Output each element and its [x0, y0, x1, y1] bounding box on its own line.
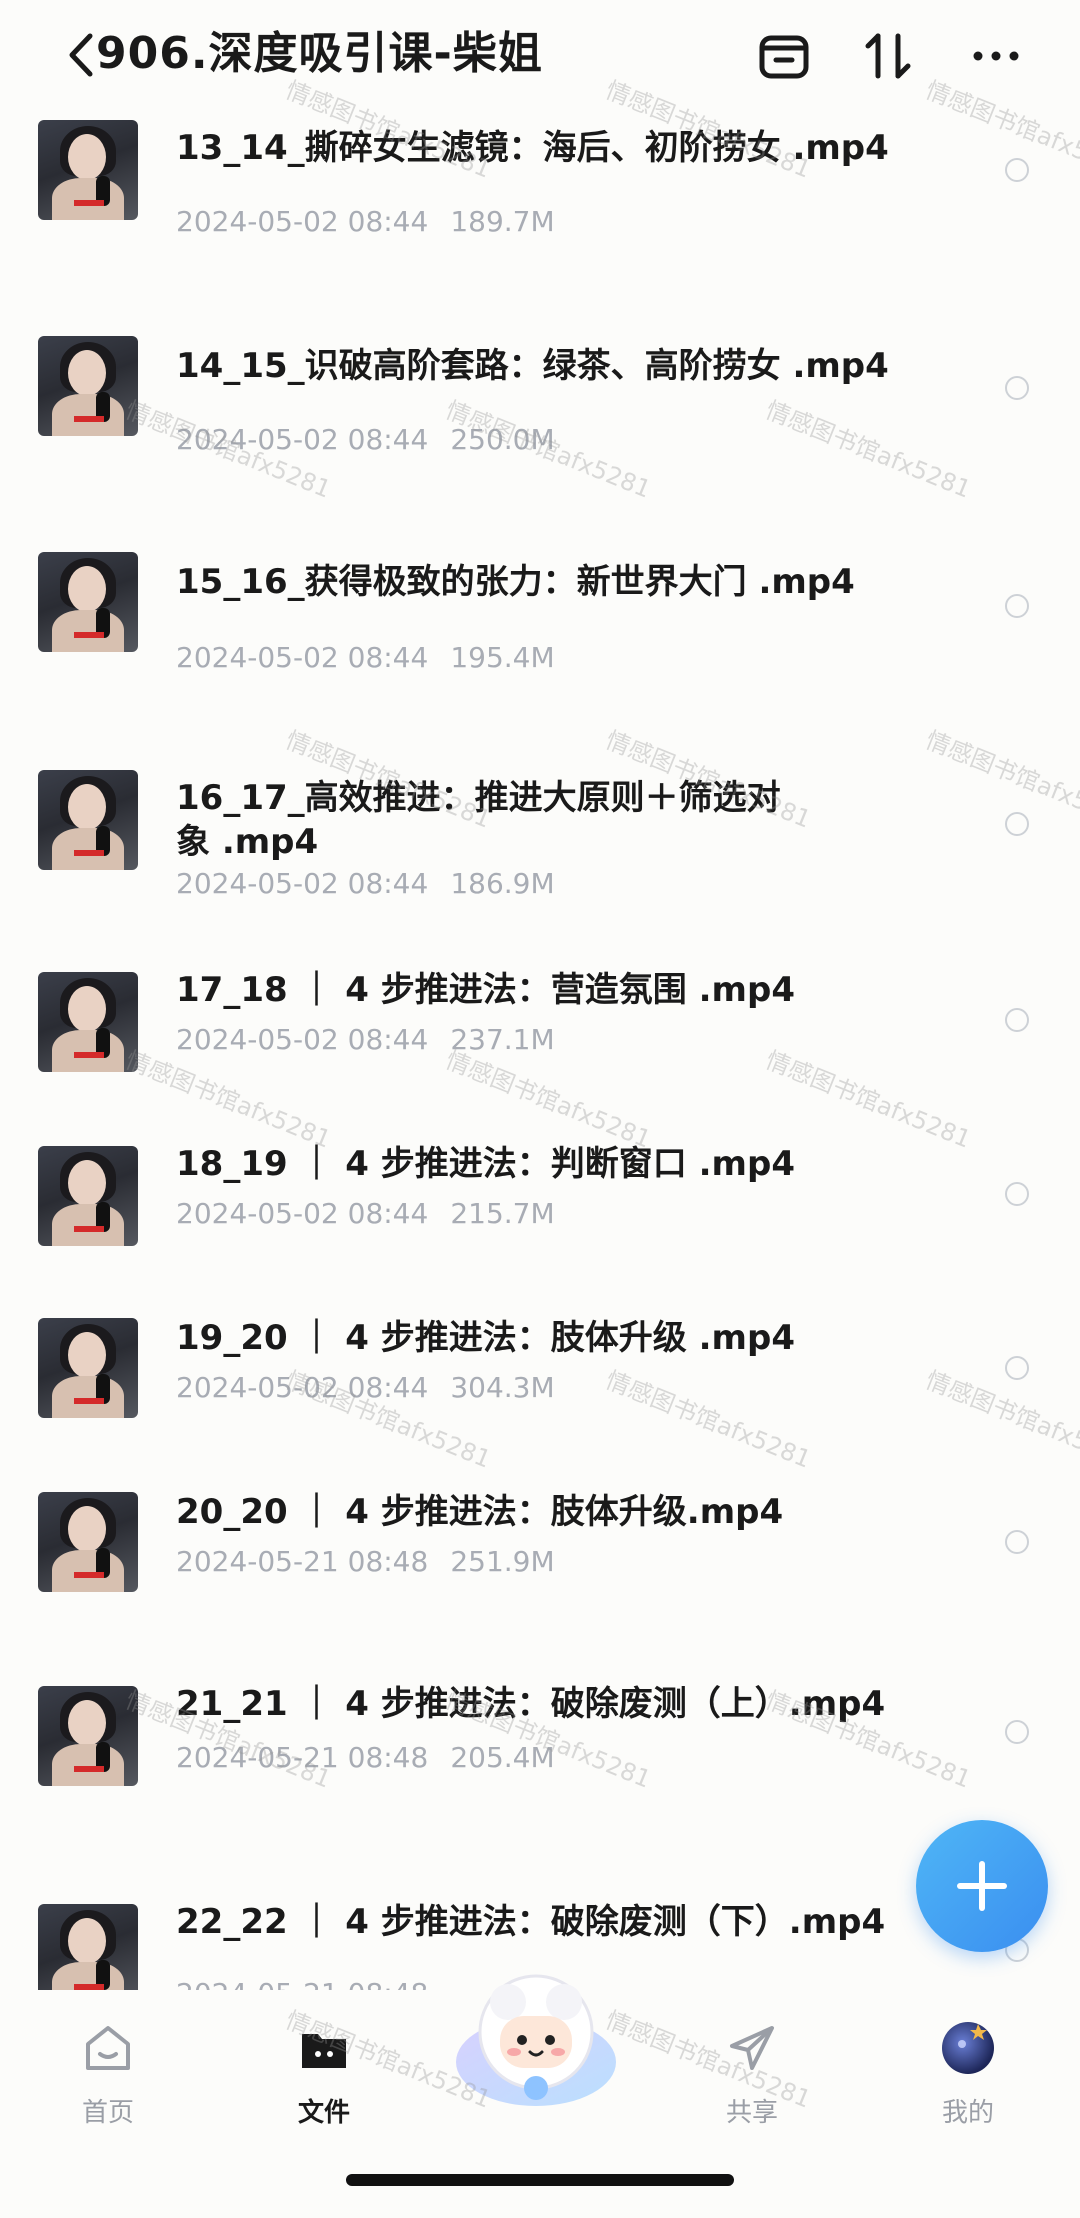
file-name: 20_20 ｜ 4 步推进法：肢体升级.mp4 [176, 1492, 784, 1532]
file-date: 2024-05-02 08:44 [176, 1371, 429, 1404]
select-radio[interactable] [1005, 812, 1029, 836]
file-size: 237.1M [450, 1023, 555, 1056]
file-date: 2024-05-02 08:44 [176, 423, 429, 456]
archive-icon[interactable] [756, 28, 812, 84]
file-meta: 2024-05-21 08:48 205.4M [176, 1740, 555, 1776]
video-thumbnail [38, 552, 138, 652]
tab-label: 首页 [81, 2098, 134, 2128]
tab-share[interactable]: 共享 [692, 2020, 812, 2129]
tab-label: 文件 [297, 2098, 350, 2128]
file-name: 14_15_识破高阶套路：绿茶、高阶捞女 .mp4 [176, 346, 889, 386]
video-thumbnail [38, 1146, 138, 1246]
file-date: 2024-05-02 08:44 [176, 1023, 429, 1056]
video-thumbnail [38, 1318, 138, 1418]
video-thumbnail [38, 120, 138, 220]
watermark: 情感图书馆afx5281 [601, 1365, 815, 1474]
tab-label: 我的 [941, 2098, 994, 2128]
tab-mine[interactable]: 我的 [908, 2020, 1028, 2129]
more-icon[interactable] [968, 28, 1024, 84]
file-date: 2024-05-21 08:48 [176, 1741, 429, 1774]
file-date: 2024-05-02 08:44 [176, 205, 429, 238]
file-meta: 2024-05-02 08:44 186.9M [176, 866, 555, 902]
file-size: 250.0M [450, 423, 555, 456]
sort-icon[interactable] [860, 28, 916, 84]
video-thumbnail [38, 972, 138, 1072]
video-thumbnail [38, 1492, 138, 1592]
file-date: 2024-05-02 08:44 [176, 641, 429, 674]
file-size: 205.4M [450, 1741, 555, 1774]
file-date: 2024-05-21 08:48 [176, 1977, 428, 1990]
home-icon [86, 2026, 130, 2070]
file-name: 22_22 ｜ 4 步推进法：破除废测（下）.mp4 [176, 1902, 886, 1942]
file-size: 186.9M [450, 867, 555, 900]
top-bar: 906.深度吸引课-柴姐 [0, 0, 1080, 112]
file-meta: 2024-05-02 08:44 250.0M [176, 422, 555, 458]
file-meta: 2024-05-21 08:48 [176, 1976, 450, 1990]
select-radio[interactable] [1005, 1356, 1029, 1380]
file-size: 251.9M [450, 1545, 555, 1578]
select-radio[interactable] [1005, 1182, 1029, 1206]
select-radio[interactable] [1005, 376, 1029, 400]
video-thumbnail [38, 1904, 138, 2004]
file-name: 15_16_获得极致的张力：新世界大门 .mp4 [176, 562, 855, 602]
video-thumbnail [38, 770, 138, 870]
file-name: 19_20 ｜ 4 步推进法：肢体升级 .mp4 [176, 1318, 795, 1358]
chevron-left-icon[interactable] [64, 30, 100, 80]
file-name: 18_19 ｜ 4 步推进法：判断窗口 .mp4 [176, 1144, 795, 1184]
file-name: 21_21 ｜ 4 步推进法：破除废测（上）.mp4 [176, 1684, 886, 1724]
file-name: 13_14_撕碎女生滤镜：海后、初阶捞女 .mp4 [176, 128, 889, 168]
file-name: 16_17_高效推进：推进大原则＋筛选对象 .mp4 [176, 778, 781, 862]
folder-icon [302, 2034, 346, 2068]
file-size: 189.7M [450, 205, 555, 238]
select-radio[interactable] [1005, 158, 1029, 182]
select-radio[interactable] [1005, 594, 1029, 618]
page-title: 906.深度吸引课-柴姐 [96, 28, 543, 79]
mascot-icon[interactable] [446, 1962, 626, 2112]
tab-label: 共享 [725, 2098, 778, 2128]
tab-file[interactable]: 文件 [264, 2020, 384, 2129]
watermark: 情感图书馆afx5281 [921, 1365, 1080, 1474]
home-indicator [346, 2174, 734, 2186]
file-date: 2024-05-02 08:44 [176, 867, 429, 900]
tab-home[interactable]: 首页 [48, 2020, 168, 2129]
file-meta: 2024-05-21 08:48 251.9M [176, 1544, 555, 1580]
add-button[interactable] [916, 1820, 1048, 1952]
file-size: 195.4M [450, 641, 555, 674]
watermark: 情感图书馆afx5281 [761, 1045, 975, 1154]
file-meta: 2024-05-02 08:44 304.3M [176, 1370, 555, 1406]
watermark: 情感图书馆afx5281 [761, 395, 975, 504]
file-meta: 2024-05-02 08:44 195.4M [176, 640, 555, 676]
video-thumbnail [38, 1686, 138, 1786]
video-thumbnail [38, 336, 138, 436]
avatar [942, 2022, 994, 2074]
select-radio[interactable] [1005, 1720, 1029, 1744]
file-meta: 2024-05-02 08:44 189.7M [176, 204, 555, 240]
send-icon [730, 2026, 774, 2070]
select-radio[interactable] [1005, 1530, 1029, 1554]
plus-icon [957, 1861, 1007, 1911]
file-meta: 2024-05-02 08:44 237.1M [176, 1022, 555, 1058]
file-date: 2024-05-21 08:48 [176, 1545, 429, 1578]
file-size: 304.3M [450, 1371, 555, 1404]
file-name: 17_18 ｜ 4 步推进法：营造氛围 .mp4 [176, 970, 795, 1010]
file-size: 215.7M [450, 1197, 555, 1230]
select-radio[interactable] [1005, 1008, 1029, 1032]
file-meta: 2024-05-02 08:44 215.7M [176, 1196, 555, 1232]
watermark: 情感图书馆afx5281 [921, 725, 1080, 834]
file-date: 2024-05-02 08:44 [176, 1197, 429, 1230]
